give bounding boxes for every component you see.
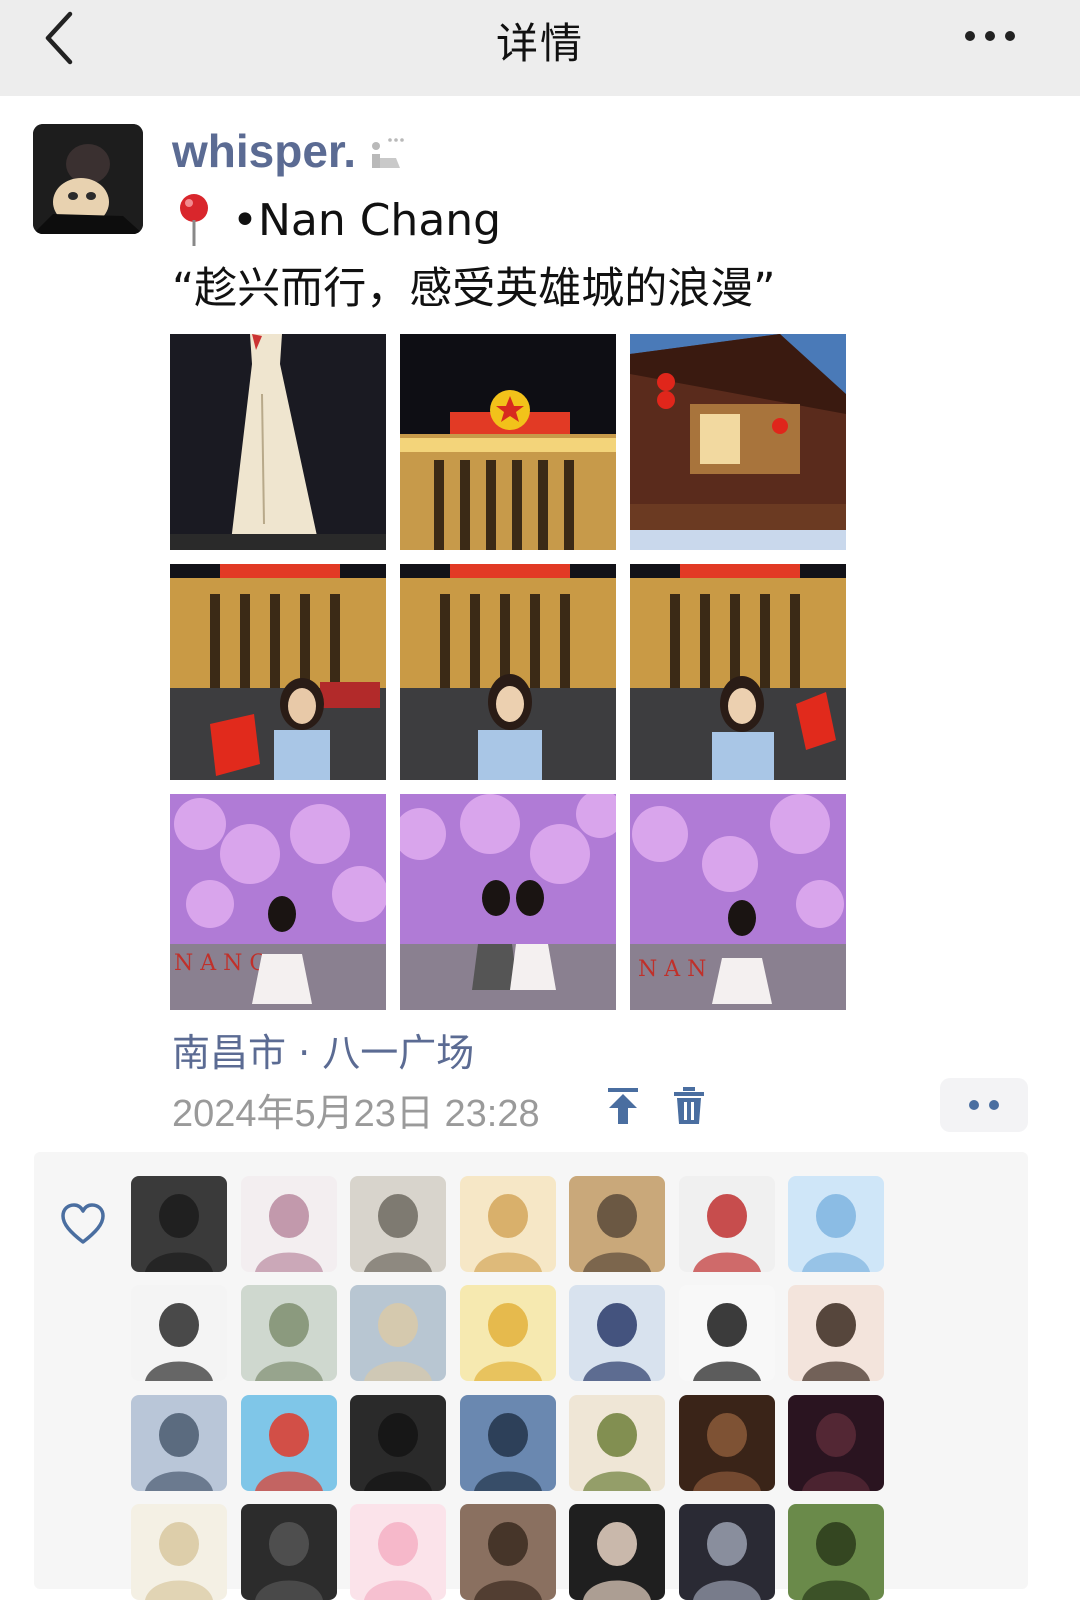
like-avatar[interactable] (241, 1176, 337, 1272)
like-avatar[interactable] (350, 1395, 446, 1491)
photo-2[interactable] (400, 334, 616, 550)
photo-3[interactable] (630, 334, 846, 550)
like-avatar[interactable] (679, 1176, 775, 1272)
photo-9[interactable]: N A N (630, 794, 846, 1010)
like-avatar[interactable] (788, 1504, 884, 1600)
like-avatar[interactable] (788, 1176, 884, 1272)
like-avatar[interactable] (350, 1176, 446, 1272)
more-icon[interactable] (962, 14, 1022, 58)
like-avatar[interactable] (569, 1504, 665, 1600)
delete-icon[interactable] (672, 1086, 706, 1126)
like-avatar[interactable] (569, 1395, 665, 1491)
like-avatar[interactable] (460, 1285, 556, 1381)
like-avatar[interactable] (131, 1176, 227, 1272)
photo-4[interactable] (170, 564, 386, 780)
caption: “趁兴而行，感受英雄城的浪漫” (172, 264, 776, 314)
nav-bar: 详情 (0, 0, 1080, 96)
username[interactable]: whisper. (172, 124, 356, 178)
like-avatar[interactable] (350, 1504, 446, 1600)
like-avatar[interactable] (679, 1285, 775, 1381)
post-timestamp: 2024年5月23日 23:28 (172, 1093, 540, 1135)
like-avatar[interactable] (679, 1395, 775, 1491)
like-avatar[interactable] (350, 1285, 446, 1381)
photo-1[interactable] (170, 334, 386, 550)
photo-5[interactable] (400, 564, 616, 780)
like-avatar[interactable] (241, 1395, 337, 1491)
like-avatar[interactable] (460, 1395, 556, 1491)
like-avatar[interactable] (788, 1285, 884, 1381)
like-avatar[interactable] (241, 1285, 337, 1381)
like-avatar[interactable] (131, 1285, 227, 1381)
user-avatar[interactable] (33, 124, 143, 234)
like-avatar[interactable] (788, 1395, 884, 1491)
like-avatar[interactable] (131, 1504, 227, 1600)
like-avatar[interactable] (460, 1504, 556, 1600)
status-icon (372, 138, 404, 168)
two-dots-icon (969, 1100, 999, 1110)
photo-7[interactable]: N A N C (170, 794, 386, 1010)
svg-text:N A N C: N A N C (174, 951, 266, 976)
like-avatar[interactable] (241, 1504, 337, 1600)
photo-6[interactable] (630, 564, 846, 780)
like-avatar[interactable] (131, 1395, 227, 1491)
comment-like-menu-button[interactable] (940, 1078, 1028, 1132)
pin-to-top-icon[interactable] (606, 1086, 640, 1126)
heart-icon[interactable] (60, 1202, 106, 1246)
like-avatar[interactable] (460, 1176, 556, 1272)
photo-8[interactable] (400, 794, 616, 1010)
location-pin-icon (180, 194, 208, 246)
photo-grid: N A N C N A N (170, 334, 846, 1010)
like-avatar[interactable] (569, 1285, 665, 1381)
svg-text:N A N: N A N (638, 957, 706, 982)
page-title: 详情 (495, 19, 584, 68)
location-text: •Nan Chang (232, 194, 502, 246)
like-avatar[interactable] (569, 1176, 665, 1272)
place-link[interactable]: 南昌市 · 八一广场 (172, 1022, 474, 1077)
like-avatar[interactable] (679, 1504, 775, 1600)
post-text-line-1: •Nan Chang (172, 192, 501, 248)
